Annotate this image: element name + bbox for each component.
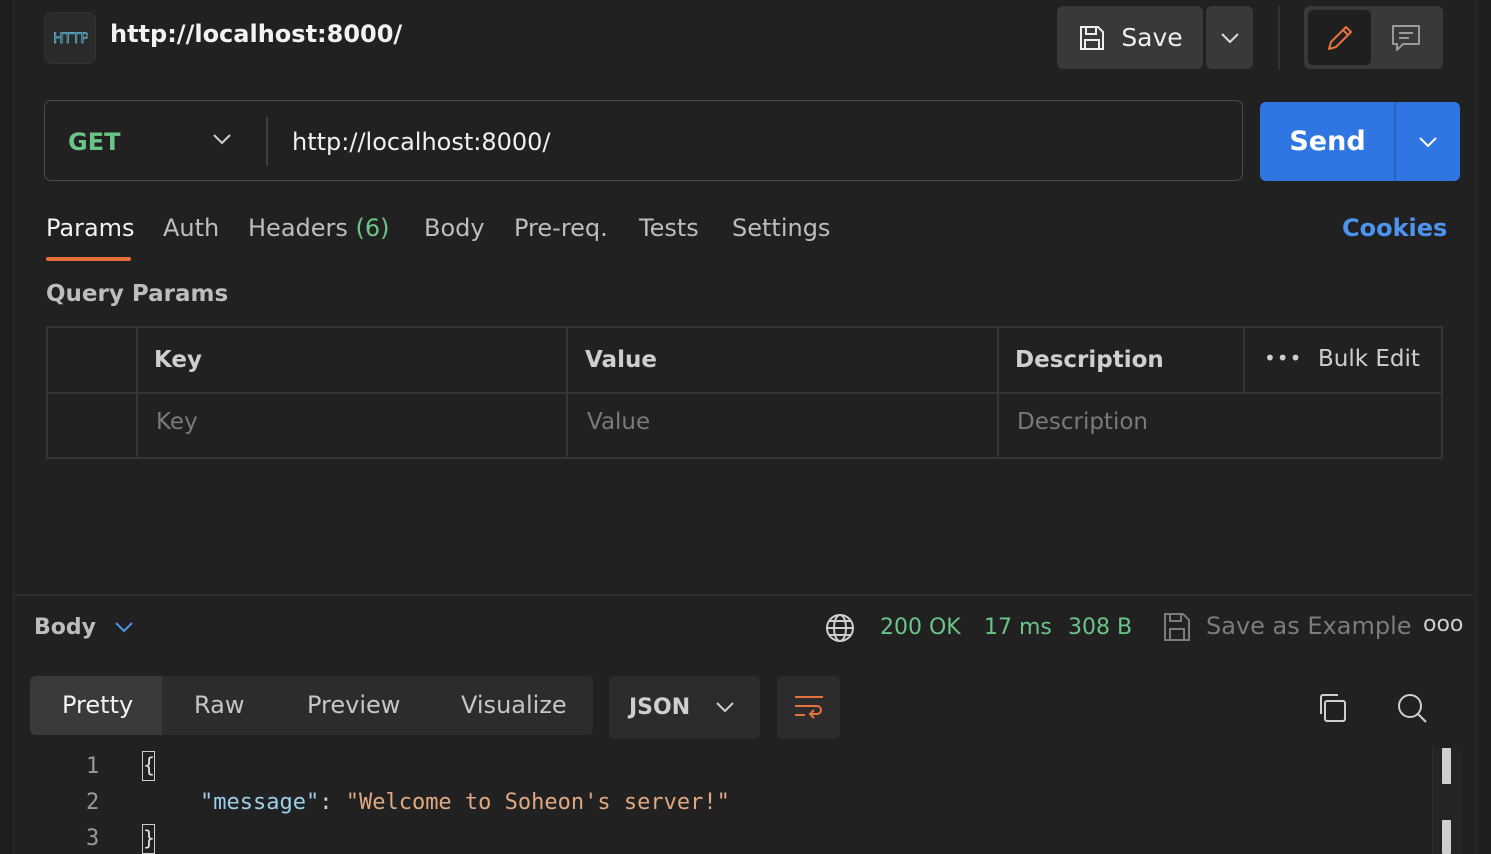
response-body-label[interactable]: Body <box>34 615 96 640</box>
json-separator: : <box>319 790 346 815</box>
scrollbar-thumb[interactable] <box>1442 820 1451 854</box>
save-dropdown-button[interactable] <box>1206 6 1253 69</box>
view-preview[interactable]: Preview <box>307 691 400 719</box>
column-header-description: Description <box>1015 347 1164 373</box>
response-size[interactable]: 308 B <box>1068 615 1132 640</box>
view-visualize[interactable]: Visualize <box>461 691 567 719</box>
globe-icon[interactable] <box>824 612 856 648</box>
query-params-title: Query Params <box>46 281 229 307</box>
tab-body[interactable]: Body <box>424 214 485 242</box>
active-tab-indicator <box>46 257 131 261</box>
search-icon[interactable] <box>1395 691 1429 729</box>
save-icon <box>1080 25 1105 50</box>
scrollbar-thumb[interactable] <box>1442 748 1451 784</box>
comment-icon <box>1392 24 1420 51</box>
bulk-edit-link[interactable]: Bulk Edit <box>1318 346 1420 372</box>
comments-button[interactable] <box>1374 10 1438 65</box>
http-icon: HTTP <box>44 12 96 64</box>
column-header-key: Key <box>154 347 203 373</box>
column-divider <box>1243 326 1245 393</box>
copy-icon[interactable] <box>1316 692 1348 728</box>
response-divider[interactable] <box>14 594 1474 596</box>
send-button[interactable]: Send <box>1260 102 1395 181</box>
tab-tests[interactable]: Tests <box>639 214 699 242</box>
wrap-lines-icon <box>794 695 823 719</box>
chevron-down-icon <box>1419 136 1437 147</box>
tab-params[interactable]: Params <box>46 214 135 242</box>
save-icon <box>1162 611 1192 647</box>
view-pretty[interactable]: Pretty <box>62 691 133 719</box>
url-input[interactable] <box>292 124 1222 160</box>
status-code[interactable]: 200 OK <box>880 615 961 640</box>
code-brace[interactable]: } <box>142 824 155 854</box>
wrap-lines-button[interactable] <box>777 676 840 739</box>
edit-mode-button[interactable] <box>1308 10 1371 65</box>
chevron-down-icon[interactable] <box>114 618 134 637</box>
tab-settings[interactable]: Settings <box>732 214 830 242</box>
line-number: 1 <box>86 754 100 779</box>
send-dropdown-button[interactable] <box>1396 102 1460 181</box>
more-options-icon[interactable]: ••• <box>1264 346 1302 370</box>
request-title[interactable]: http://localhost:8000/ <box>110 20 402 48</box>
key-input[interactable]: Key <box>156 409 198 435</box>
save-label: Save <box>1121 23 1183 52</box>
code-brace[interactable]: { <box>142 751 155 781</box>
description-input[interactable]: Description <box>1017 409 1148 435</box>
header-divider <box>1278 6 1280 70</box>
headers-count: (6) <box>355 214 390 242</box>
format-label: JSON <box>629 695 691 720</box>
chevron-down-icon <box>715 698 735 717</box>
tab-headers-label: Headers <box>248 214 348 242</box>
column-divider <box>566 326 568 459</box>
tab-headers[interactable]: Headers (6) <box>248 214 390 242</box>
pencil-icon <box>1327 25 1352 50</box>
value-input[interactable]: Value <box>587 409 650 435</box>
tab-pre-request[interactable]: Pre-req. <box>514 214 608 242</box>
save-as-example-button[interactable]: Save as Example <box>1206 612 1412 640</box>
column-divider <box>136 326 138 459</box>
view-raw[interactable]: Raw <box>194 691 244 719</box>
response-time[interactable]: 17 ms <box>984 615 1052 640</box>
line-number: 3 <box>86 826 100 851</box>
column-header-value: Value <box>585 347 657 373</box>
chevron-down-icon <box>1220 32 1239 43</box>
code-line[interactable]: "message": "Welcome to Soheon's server!" <box>200 790 730 815</box>
url-divider <box>266 117 268 166</box>
json-value: "Welcome to Soheon's server!" <box>345 790 730 815</box>
method-select[interactable]: GET <box>68 128 120 156</box>
table-header-divider <box>46 392 1443 394</box>
tab-auth[interactable]: Auth <box>163 214 219 242</box>
column-divider <box>997 326 999 459</box>
json-key: "message" <box>200 790 320 815</box>
more-options-icon[interactable]: ooo <box>1423 612 1463 637</box>
chevron-down-icon[interactable] <box>212 130 232 149</box>
save-button[interactable]: Save <box>1057 6 1203 69</box>
line-number: 2 <box>86 790 100 815</box>
svg-text:HTTP: HTTP <box>53 31 88 47</box>
cookies-link[interactable]: Cookies <box>1342 214 1447 242</box>
